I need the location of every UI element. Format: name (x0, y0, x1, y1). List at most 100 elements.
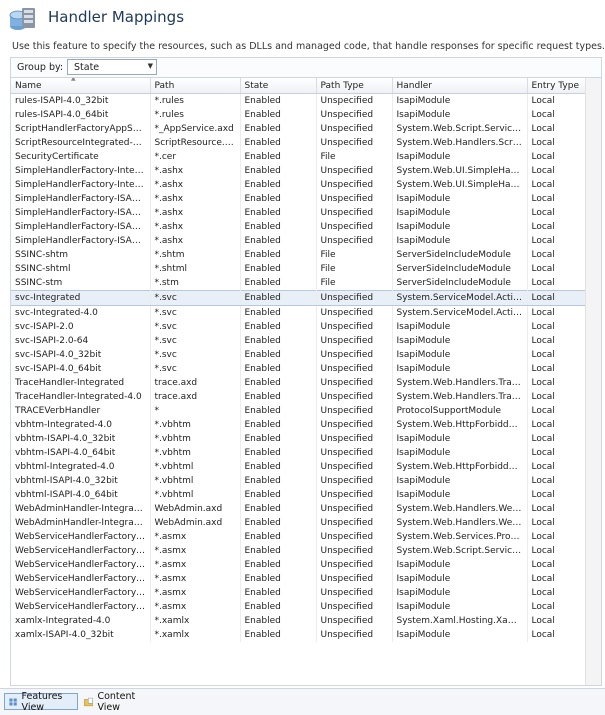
table-row[interactable]: ScriptResourceIntegrated-4.0 ScriptResour… (11, 136, 587, 150)
table-row[interactable]: svc-ISAPI-4.0_32bit *.svc Enabled Unspecifi… (11, 348, 587, 362)
cell-name: svc-Integrated (11, 290, 151, 306)
cell-entry-type: Local (527, 404, 587, 418)
table-row[interactable]: xamlx-ISAPI-4.0_32bit *.xamlx Enabled Unspe… (11, 628, 587, 642)
cell-path-type: Unspecified (316, 488, 393, 502)
group-by-select[interactable]: State ▼ (67, 59, 157, 75)
cell-handler: IsapiModule (392, 488, 528, 502)
cell-path: *.svc (150, 320, 241, 334)
cell-handler: IsapiModule (392, 220, 528, 234)
cell-name: WebServiceHandlerFactory-IS... (11, 558, 151, 572)
group-by-value: State (74, 62, 100, 73)
table-row[interactable]: vbhtm-ISAPI-4.0_64bit *.vbhtm Enabled Unspe… (11, 446, 587, 460)
cell-name: ScriptResourceIntegrated-4.0 (11, 136, 151, 150)
cell-path: WebAdmin.axd (150, 516, 241, 530)
cell-handler: System.Web.UI.SimpleHandle... (392, 178, 528, 192)
table-row[interactable]: WebAdminHandler-Integrated WebAdmin.axd En… (11, 502, 587, 516)
table-row[interactable]: rules-ISAPI-4.0_64bit *.rules Enabled Unspe… (11, 108, 587, 122)
table-row[interactable]: WebAdminHandler-Integrated... WebAdmin.ax… (11, 516, 587, 530)
cell-state: Enabled (240, 276, 317, 291)
table-row[interactable]: xamlx-Integrated-4.0 *.xamlx Enabled Unspec… (11, 614, 587, 628)
cell-state: Enabled (240, 628, 317, 642)
table-row[interactable]: WebServiceHandlerFactory-IS... *.asmx Enab… (11, 572, 587, 586)
column-header-entry-type[interactable]: Entry Type (527, 78, 587, 94)
cell-name: WebServiceHandlerFactory-IS... (11, 586, 151, 600)
cell-path: *.vbhtm (150, 446, 241, 460)
cell-name: svc-ISAPI-4.0_32bit (11, 348, 151, 362)
column-header-path[interactable]: Path (150, 78, 241, 94)
table-row[interactable]: vbhtml-ISAPI-4.0_64bit *.vbhtml Enabled Uns… (11, 488, 587, 502)
cell-entry-type: Local (527, 248, 587, 262)
handler-mappings-icon (9, 8, 35, 30)
cell-path: *.rules (150, 108, 241, 122)
cell-handler: IsapiModule (392, 432, 528, 446)
cell-handler: ServerSideIncludeModule (392, 248, 528, 262)
cell-state: Enabled (240, 614, 317, 628)
cell-entry-type: Local (527, 108, 587, 122)
cell-path: WebAdmin.axd (150, 502, 241, 516)
table-row[interactable]: svc-ISAPI-2.0-64 *.svc Enabled Unspecified I… (11, 334, 587, 348)
cell-entry-type: Local (527, 474, 587, 488)
cell-state: Enabled (240, 136, 317, 150)
cell-handler: IsapiModule (392, 628, 528, 642)
table-row[interactable]: SimpleHandlerFactory-ISAPI-4... *.ashx Ena… (11, 220, 587, 234)
cell-path: * (150, 404, 241, 418)
cell-handler: ProtocolSupportModule (392, 404, 528, 418)
column-header-handler[interactable]: Handler (392, 78, 528, 94)
table-row[interactable]: SimpleHandlerFactory-Integra... *.ashx Ena… (11, 164, 587, 178)
table-row[interactable]: WebServiceHandlerFactory-IS... *.asmx Enab… (11, 586, 587, 600)
column-header-name[interactable]: Name ▲ (11, 78, 151, 94)
cell-entry-type: Local (527, 93, 587, 108)
cell-state: Enabled (240, 600, 317, 614)
table-row[interactable]: TRACEVerbHandler * Enabled Unspecified Proto… (11, 404, 587, 418)
table-row[interactable]: SimpleHandlerFactory-ISAPI-2.0 *.ashx Enab… (11, 192, 587, 206)
cell-entry-type: Local (527, 290, 587, 306)
table-row[interactable]: ScriptHandlerFactoryAppServi... *_AppServ… (11, 122, 587, 136)
cell-state: Enabled (240, 376, 317, 390)
cell-state: Enabled (240, 164, 317, 178)
table-row[interactable]: vbhtml-Integrated-4.0 *.vbhtml Enabled Unsp… (11, 460, 587, 474)
table-row[interactable]: svc-Integrated *.svc Enabled Unspecified Sys… (11, 290, 587, 306)
table-row[interactable]: WebServiceHandlerFactory-IS... *.asmx Enab… (11, 558, 587, 572)
cell-entry-type: Local (527, 164, 587, 178)
table-row[interactable]: rules-ISAPI-4.0_32bit *.rules Enabled Unspe… (11, 93, 587, 108)
table-row[interactable]: TraceHandler-Integrated trace.axd Enabled U… (11, 376, 587, 390)
handler-mappings-grid[interactable]: Name ▲ Path State Path Type Handler Entry… (10, 77, 602, 686)
cell-name: vbhtml-Integrated-4.0 (11, 460, 151, 474)
cell-entry-type: Local (527, 136, 587, 150)
cell-state: Enabled (240, 93, 317, 108)
table-row[interactable]: svc-ISAPI-2.0 *.svc Enabled Unspecified Isap… (11, 320, 587, 334)
table-row[interactable]: vbhtm-ISAPI-4.0_32bit *.vbhtm Enabled Unspe… (11, 432, 587, 446)
features-view-tab[interactable]: Features View (4, 691, 78, 713)
cell-path: *.vbhtml (150, 474, 241, 488)
cell-path-type: Unspecified (316, 334, 393, 348)
cell-name: SSINC-stm (11, 276, 151, 291)
table-row[interactable]: SimpleHandlerFactory-ISAPI-2... *.ashx Ena… (11, 206, 587, 220)
cell-name: xamlx-Integrated-4.0 (11, 614, 151, 628)
table-row[interactable]: TraceHandler-Integrated-4.0 trace.axd Enab… (11, 390, 587, 404)
table-row[interactable]: svc-ISAPI-4.0_64bit *.svc Enabled Unspecifi… (11, 362, 587, 376)
cell-state: Enabled (240, 404, 317, 418)
cell-entry-type: Local (527, 376, 587, 390)
table-row[interactable]: vbhtm-Integrated-4.0 *.vbhtm Enabled Unspec… (11, 418, 587, 432)
cell-name: WebAdminHandler-Integrated... (11, 516, 151, 530)
table-row[interactable]: SSINC-shtm *.shtm Enabled File ServerSideInc… (11, 248, 587, 262)
table-row[interactable]: SecurityCertificate *.cer Enabled File Isapi… (11, 150, 587, 164)
table-row[interactable]: SSINC-stm *.stm Enabled File ServerSideInclu… (11, 276, 587, 291)
table-row[interactable]: WebServiceHandlerFactory-Int... *.asmx Ena… (11, 530, 587, 544)
table-row[interactable]: SSINC-shtml *.shtml Enabled File ServerSideI… (11, 262, 587, 276)
table-row[interactable]: svc-Integrated-4.0 *.svc Enabled Unspecifie… (11, 305, 587, 320)
table-row[interactable]: SimpleHandlerFactory-ISAPI-4... *.ashx Ena… (11, 234, 587, 248)
cell-entry-type: Local (527, 178, 587, 192)
cell-path-type: File (316, 150, 393, 164)
column-header-state[interactable]: State (240, 78, 317, 94)
table-row[interactable]: WebServiceHandlerFactory-IS... *.asmx Enab… (11, 600, 587, 614)
cell-name: rules-ISAPI-4.0_32bit (11, 93, 151, 108)
table-row[interactable]: vbhtml-ISAPI-4.0_32bit *.vbhtml Enabled Uns… (11, 474, 587, 488)
table-row[interactable]: SimpleHandlerFactory-Integra... *.ashx Ena… (11, 178, 587, 192)
table-row[interactable]: WebServiceHandlerFactory-Int... *.asmx Ena… (11, 544, 587, 558)
vertical-scrollbar[interactable] (585, 78, 601, 685)
column-header-path-type[interactable]: Path Type (316, 78, 393, 94)
content-view-tab[interactable]: Content View (80, 691, 156, 713)
cell-path-type: File (316, 262, 393, 276)
cell-name: WebAdminHandler-Integrated (11, 502, 151, 516)
